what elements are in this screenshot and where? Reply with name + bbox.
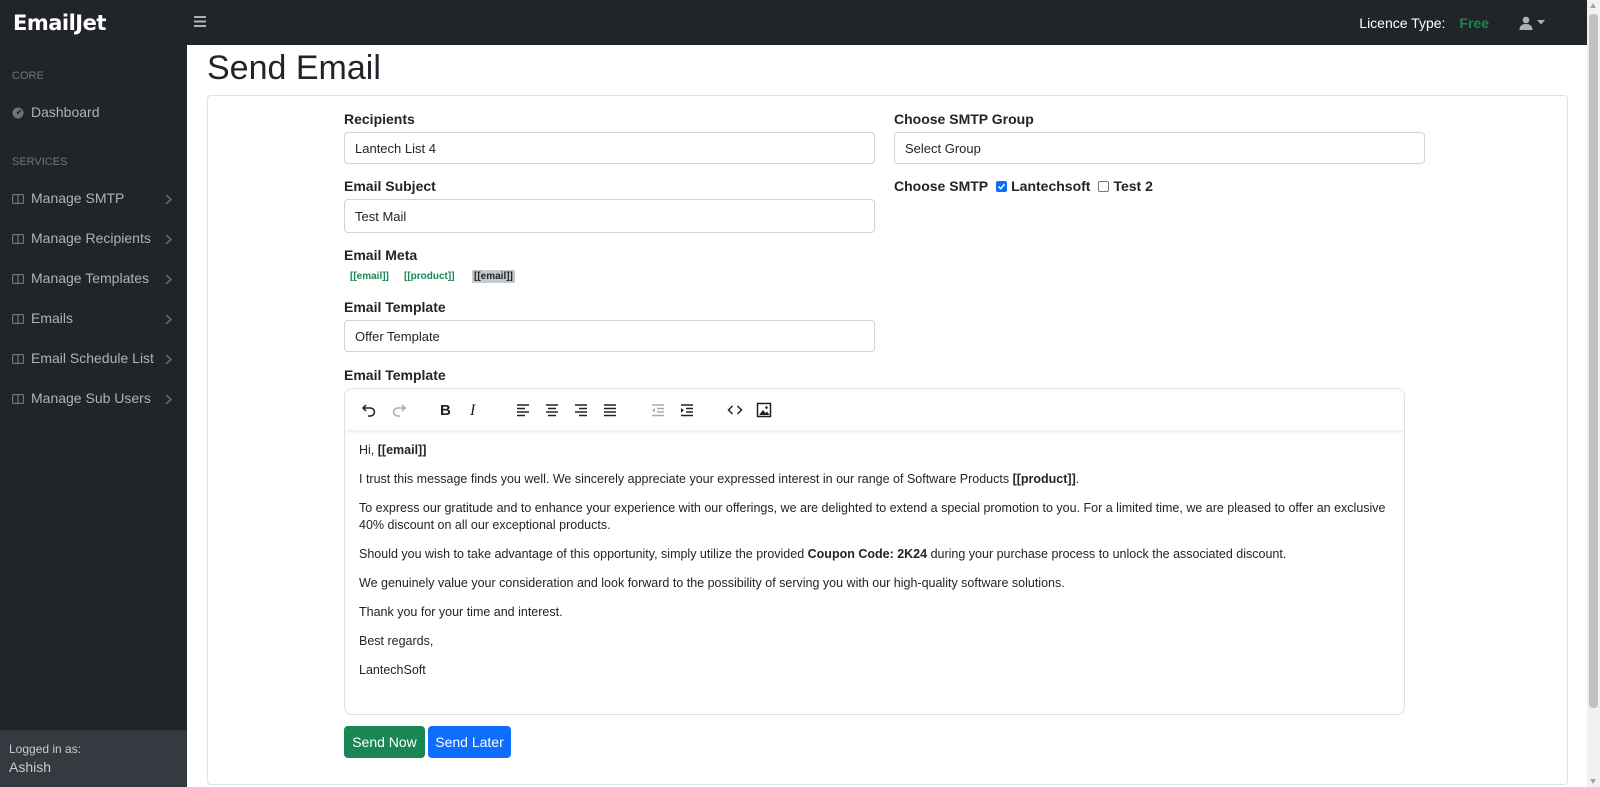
sidebar-item-label: Manage Sub Users (31, 390, 151, 406)
page-scrollbar[interactable] (1587, 0, 1600, 787)
sidebar-item-label: Manage SMTP (31, 190, 125, 206)
smtp-option-label: Lantechsoft (1011, 178, 1091, 194)
email-template-select[interactable]: Offer Template (344, 320, 875, 352)
editor-paragraph: We genuinely value your consideration an… (359, 576, 1065, 590)
svg-text:I: I (469, 402, 476, 418)
columns-icon (12, 312, 25, 325)
meta-placeholder: [[product]] (1012, 472, 1076, 486)
align-right-icon[interactable] (571, 400, 591, 420)
coupon-code: Coupon Code: 2K24 (807, 547, 928, 561)
editor-paragraph: Should you wish to take advantage of thi… (359, 547, 1287, 561)
sidebar-item-dashboard[interactable]: Dashboard (0, 94, 187, 130)
sidebar-heading-core: CORE (12, 70, 44, 82)
scroll-up-icon[interactable] (1590, 3, 1596, 8)
sidebar-item-label: Dashboard (31, 104, 100, 120)
email-subject-input[interactable]: Test Mail (344, 199, 875, 233)
sidebar-heading-services: SERVICES (12, 156, 68, 168)
chevron-right-icon (165, 232, 173, 248)
editor-content[interactable]: Hi, [[email]] I trust this message finds… (345, 430, 1404, 679)
smtp-checkbox-lantechsoft[interactable] (996, 180, 1008, 192)
licence-type-value: Free (1459, 14, 1489, 31)
svg-text:B: B (440, 402, 451, 418)
logged-in-user: Ashish (9, 759, 52, 775)
editor-paragraph: LantechSoft (359, 663, 426, 677)
send-now-button[interactable]: Send Now (344, 726, 425, 758)
sidebar-footer: Logged in as: Ashish (0, 730, 187, 787)
source-code-icon[interactable] (725, 400, 745, 420)
align-justify-icon[interactable] (600, 400, 620, 420)
chevron-right-icon (165, 192, 173, 208)
top-navbar: EmailJet Licence Type: Free (0, 0, 1587, 45)
email-subject-label: Email Subject (344, 178, 436, 194)
redo-icon[interactable] (389, 400, 409, 420)
italic-icon[interactable]: I (464, 400, 484, 420)
check-icon (998, 183, 1006, 190)
image-icon[interactable] (754, 400, 774, 420)
choose-smtp-row: Choose SMTP Lantechsoft Test 2 (894, 178, 1153, 194)
logged-in-label: Logged in as: (9, 742, 82, 756)
smtp-option-label: Test 2 (1113, 178, 1153, 194)
scrollbar-thumb[interactable] (1589, 14, 1598, 708)
meta-placeholder: [[email]] (377, 443, 427, 457)
chevron-right-icon (165, 392, 173, 408)
chevron-right-icon (165, 272, 173, 288)
columns-icon (12, 392, 25, 405)
page-title: Send Email (207, 49, 381, 87)
sidebar: CORE Dashboard SERVICES Manage SMTP Mana… (0, 45, 187, 787)
indent-icon[interactable] (677, 400, 697, 420)
chevron-right-icon (165, 352, 173, 368)
sidebar-item-manage-smtp[interactable]: Manage SMTP (0, 180, 187, 216)
columns-icon (12, 232, 25, 245)
undo-icon[interactable] (359, 400, 379, 420)
sidebar-item-manage-recipients[interactable]: Manage Recipients (0, 220, 187, 256)
meta-tag-email-selected[interactable]: [[email]] (472, 270, 515, 283)
editor-paragraph: Best regards, (359, 634, 434, 648)
email-template-editor-label: Email Template (344, 367, 446, 383)
email-template-label: Email Template (344, 299, 446, 315)
sidebar-item-manage-sub-users[interactable]: Manage Sub Users (0, 380, 187, 416)
licence-type-label: Licence Type: (1359, 14, 1446, 31)
tachometer-icon (12, 106, 24, 119)
editor-paragraph: I trust this message finds you well. We … (359, 472, 1080, 486)
user-icon (1519, 16, 1533, 30)
sidebar-item-label: Manage Recipients (31, 230, 151, 246)
columns-icon (12, 272, 25, 285)
meta-tag-email[interactable]: [[email]] (348, 270, 391, 283)
editor-paragraph: Hi, [[email]] (359, 443, 427, 457)
sidebar-item-label: Manage Templates (31, 270, 150, 286)
bold-icon[interactable]: B (435, 400, 455, 420)
meta-tag-product[interactable]: [[product]] (402, 270, 457, 283)
bars-icon[interactable] (194, 14, 206, 32)
rich-text-editor[interactable]: B I Hi, [[email]] I trust this message f… (344, 388, 1405, 715)
caret-down-icon (1537, 20, 1545, 25)
smtp-group-select[interactable]: Select Group (894, 132, 1425, 164)
main-content: Send Email Recipients Lantech List 4 Ema… (187, 45, 1587, 787)
recipients-select[interactable]: Lantech List 4 (344, 132, 875, 164)
send-later-button[interactable]: Send Later (428, 726, 511, 758)
recipients-label: Recipients (344, 111, 415, 127)
sidebar-item-label: Email Schedule List (31, 350, 154, 366)
editor-paragraph: To express our gratitude and to enhance … (359, 501, 1386, 532)
sidebar-item-email-schedule-list[interactable]: Email Schedule List (0, 340, 187, 376)
user-menu[interactable] (1519, 16, 1545, 30)
scroll-down-icon[interactable] (1590, 779, 1596, 784)
columns-icon (12, 352, 25, 365)
align-left-icon[interactable] (513, 400, 533, 420)
chevron-right-icon (165, 312, 173, 328)
send-email-card: Recipients Lantech List 4 Email Subject … (207, 95, 1568, 785)
align-center-icon[interactable] (542, 400, 562, 420)
editor-paragraph: Thank you for your time and interest. (359, 605, 563, 619)
email-meta-label: Email Meta (344, 247, 418, 263)
columns-icon (12, 192, 25, 205)
smtp-checkbox-test-2[interactable] (1098, 180, 1110, 192)
sidebar-item-manage-templates[interactable]: Manage Templates (0, 260, 187, 296)
sidebar-item-label: Emails (31, 310, 74, 326)
choose-smtp-label: Choose SMTP (894, 178, 989, 194)
smtp-group-label: Choose SMTP Group (894, 111, 1034, 127)
outdent-icon[interactable] (648, 400, 668, 420)
sidebar-item-emails[interactable]: Emails (0, 300, 187, 336)
editor-toolbar: B I (345, 389, 1404, 430)
brand-logo[interactable]: EmailJet (0, 11, 187, 35)
